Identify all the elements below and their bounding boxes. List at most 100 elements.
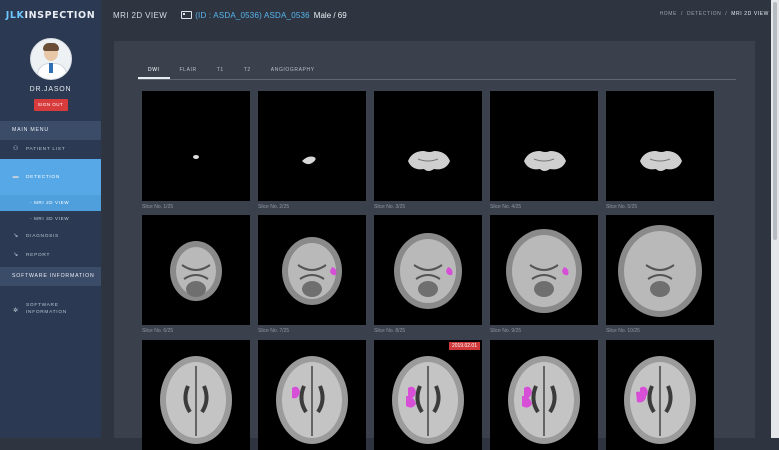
slice-card[interactable]: Slice No. 4/25 [490,91,598,210]
slice-caption: Slice No. 10/25 [606,328,640,334]
mri-slice-image [394,233,462,309]
date-badge: 2019.02.01 [448,342,480,350]
slice-card[interactable]: 2019.02.01 [374,340,482,450]
mri-slice-image [618,225,702,317]
slice-card[interactable]: Slice No. 2/25 [258,91,366,210]
slice-card[interactable]: Slice No. 8/25 [374,215,482,334]
slice-caption: Slice No. 8/25 [374,328,406,334]
id-card-icon [181,11,193,19]
user-name: DR.JASON [29,86,72,93]
slice-caption: Slice No. 5/25 [606,204,638,210]
slice-caption: Slice No. 9/25 [490,328,522,334]
main-menu-header: MAIN MENU [0,121,101,140]
tab-t2[interactable]: T2 [234,65,261,79]
slice-thumbnail[interactable] [142,215,250,325]
mri-slice-image [170,241,222,301]
slice-caption: Slice No. 3/25 [374,204,406,210]
slice-card[interactable]: Slice No. 7/25 [258,215,366,334]
patient-info: (ID : ASDA_0536) ASDA_0536 Male / 69 [181,11,347,20]
slice-thumbnail[interactable] [606,340,714,450]
slice-thumbnail[interactable] [142,340,250,450]
wrench-icon: ↘ [13,252,19,258]
software-info-header: SOFTWARE INFORMATION [0,267,101,286]
breadcrumb-home[interactable]: HOME [660,11,677,17]
slice-caption: Slice No. 1/25 [142,204,174,210]
patient-demographics: Male / 69 [313,10,347,20]
folder-icon: ▬ [12,174,20,180]
slice-thumbnail[interactable] [606,91,714,201]
mri-slice-image [508,356,580,444]
sidebar-item-label: DETECTION [26,174,61,180]
mri-slice-image [640,151,682,171]
patient-id: (ID : ASDA_0536) ASDA_0536 [195,10,310,20]
tab-t1[interactable]: T1 [207,65,234,79]
mri-slice-image [193,155,199,159]
sidebar-item-label-line2: INFORMATION [26,310,67,315]
slice-card[interactable] [490,340,598,450]
mri-panel: DWI FLAIR T1 T2 ANGIOGRAPHY Slice No. 1/… [114,41,755,450]
mri-slice-image [408,151,450,171]
slice-caption: Slice No. 4/25 [490,204,522,210]
sidebar-item-label: REPORT [26,253,51,258]
logo-prefix: JLK [5,9,25,21]
sidebar-item-diagnosis[interactable]: ↘ DIAGNOSIS [0,227,101,246]
mri-slice-image [282,237,342,305]
breadcrumb-detection[interactable]: DETECTION [687,11,721,17]
slice-caption: Slice No. 6/25 [142,328,174,334]
slice-card[interactable]: Slice No. 6/25 [142,215,250,334]
page-title: MRI 2D VIEW [113,10,168,20]
tab-dwi[interactable]: DWI [138,65,170,79]
slice-thumbnail[interactable] [490,215,598,325]
sidebar: JLK INSPECTION DR.JASON SIGN OUT MAIN ME… [0,0,101,438]
slice-card[interactable]: Slice No. 1/25 [142,91,250,210]
sequence-tabs: DWI FLAIR T1 T2 ANGIOGRAPHY [138,65,736,80]
slice-card[interactable] [142,340,250,450]
breadcrumb: HOME / DETECTION / MRI 2D VIEW [659,11,769,17]
mri-slice-image [524,151,566,171]
slice-thumbnail[interactable] [258,340,366,450]
slice-thumbnail[interactable] [258,215,366,325]
app-logo[interactable]: JLK INSPECTION [0,0,101,30]
slice-card[interactable]: Slice No. 3/25 [374,91,482,210]
slice-card[interactable]: Slice No. 5/25 [606,91,714,210]
mri-slice-image [302,156,316,165]
sidebar-item-report[interactable]: ↘ REPORT [0,246,101,265]
logo-suffix: INSPECTION [24,9,96,21]
breadcrumb-current: MRI 2D VIEW [731,11,769,17]
sidebar-item-label: PATIENT LIST [26,147,66,152]
slice-caption: Slice No. 2/25 [258,204,290,210]
slice-caption: Slice No. 7/25 [258,328,290,334]
avatar [29,38,72,80]
sidebar-item-detection[interactable]: ▬ DETECTION [0,159,101,195]
sign-out-button[interactable]: SIGN OUT [33,99,68,111]
slice-card[interactable] [606,340,714,450]
slice-thumbnail[interactable] [374,91,482,201]
mri-slice-image [506,229,582,313]
sidebar-subitem-mri-2d-view[interactable]: - MRI 2D VIEW [0,195,101,211]
slice-thumbnail[interactable] [606,215,714,325]
slice-thumbnail[interactable] [490,340,598,450]
sidebar-item-patient-list[interactable]: ⚇ PATIENT LIST [0,140,101,159]
slice-thumbnail[interactable] [374,215,482,325]
mri-slice-image [624,356,696,444]
slice-card[interactable] [258,340,366,450]
tab-angiography[interactable]: ANGIOGRAPHY [261,65,325,79]
scrollbar-thumb[interactable] [773,2,777,240]
slice-card[interactable]: Slice No. 9/25 [490,215,598,334]
slice-thumbnail[interactable] [258,91,366,201]
slice-thumbnail[interactable]: 2019.02.01 [374,340,482,450]
gear-icon: ✲ [13,308,19,314]
sidebar-item-software-information[interactable]: ✲ SOFTWARE INFORMATION [0,294,101,330]
slice-thumbnail[interactable] [490,91,598,201]
sidebar-subitem-mri-3d-view[interactable]: - MRI 3D VIEW [0,211,101,227]
mri-slice-image [392,356,464,444]
sidebar-item-label-line1: SOFTWARE [26,303,59,308]
sidebar-item-label: DIAGNOSIS [26,234,59,239]
users-icon: ⚇ [12,146,20,152]
mri-slice-image [276,356,348,444]
tab-flair[interactable]: FLAIR [170,65,207,79]
wrench-icon: ↘ [13,233,19,239]
mri-slice-image [160,356,232,444]
slice-thumbnail[interactable] [142,91,250,201]
slice-card[interactable]: Slice No. 10/25 [606,215,714,334]
